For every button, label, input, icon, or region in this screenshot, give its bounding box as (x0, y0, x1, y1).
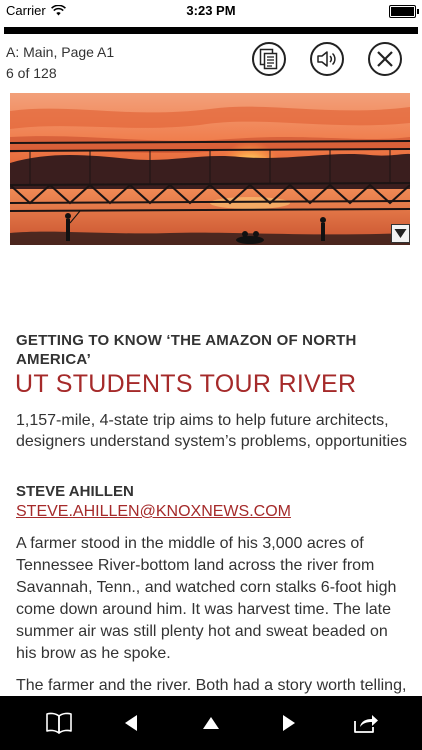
audio-button[interactable] (310, 42, 344, 76)
battery-icon (389, 5, 419, 18)
previous-icon (125, 715, 137, 731)
page-counter: 6 of 128 (6, 65, 57, 81)
article-photo[interactable] (10, 93, 410, 245)
article-byline: STEVE AHILLEN (16, 483, 134, 500)
library-button[interactable] (44, 708, 74, 738)
article-kicker: GETTING TO KNOW ‘THE AMAZON OF NORTH AME… (16, 332, 357, 368)
article-paragraph: A farmer stood in the middle of his 3,00… (16, 535, 397, 662)
sunset-bridge-image (10, 93, 410, 245)
article-headline: UT STUDENTS TOUR RIVER (15, 370, 357, 398)
author-email-link[interactable]: STEVE.AHILLEN@KNOXNEWS.COM (16, 503, 291, 521)
bottom-toolbar (0, 696, 422, 750)
clock: 3:23 PM (186, 3, 236, 18)
section-page-label: A: Main, Page A1 (6, 44, 115, 60)
next-button[interactable] (274, 708, 304, 738)
speaker-icon (317, 51, 336, 67)
reader-header: A: Main, Page A1 6 of 128 (0, 40, 422, 84)
share-icon (354, 715, 378, 733)
pages-icon (259, 48, 278, 70)
up-button[interactable] (196, 708, 226, 738)
article-deck: 1,157-mile, 4-state trip aims to help fu… (16, 412, 408, 450)
book-icon (46, 712, 72, 734)
up-icon (203, 717, 219, 729)
next-icon (283, 715, 295, 731)
expand-down-icon (394, 229, 407, 238)
status-bar: Carrier 3:23 PM (0, 0, 422, 22)
share-button[interactable] (351, 708, 381, 738)
close-button[interactable] (368, 42, 402, 76)
previous-button[interactable] (116, 708, 146, 738)
close-icon (377, 51, 393, 67)
expand-photo-button[interactable] (391, 224, 410, 243)
pages-button[interactable] (252, 42, 286, 76)
top-divider (4, 27, 418, 34)
